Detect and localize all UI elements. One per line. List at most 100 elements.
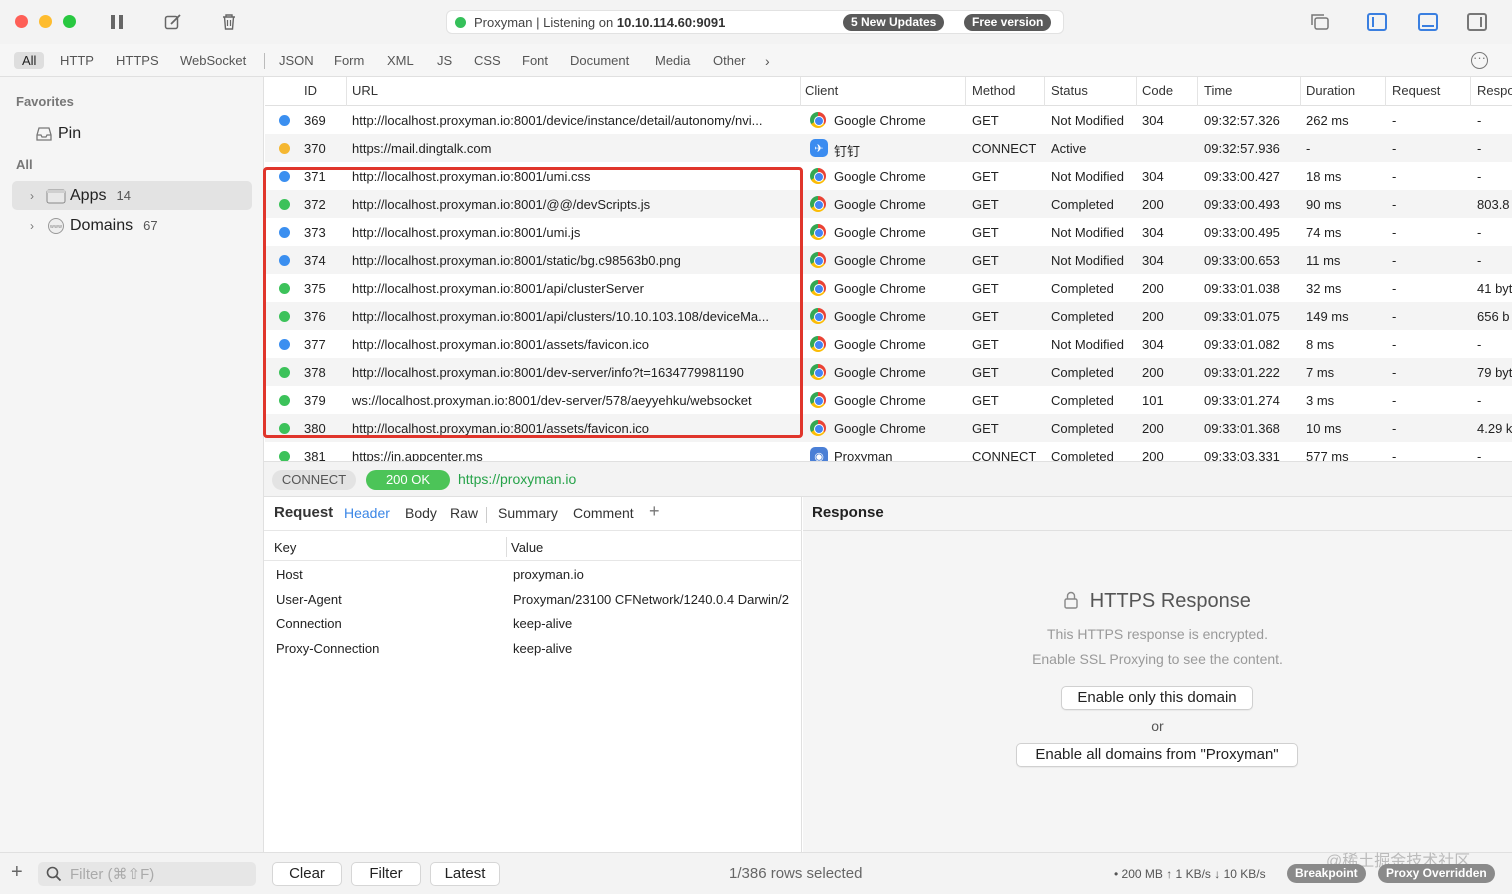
table-row[interactable]: 375 http://localhost.proxyman.io:8001/api… (265, 274, 1512, 302)
table-row[interactable]: 370 https://mail.dingtalk.com CONNECT Activ… (265, 134, 1512, 162)
enable-all-domains-button[interactable]: Enable all domains from "Proxyman" (1016, 743, 1298, 767)
flow-table: ID URL Client Method Status Code Time Du… (265, 77, 1512, 461)
latest-button[interactable]: Latest (430, 862, 500, 886)
tab-raw[interactable]: Raw (450, 505, 478, 521)
sidebar-item-domains[interactable]: › www Domains 67 (12, 211, 252, 240)
detail-url-link[interactable]: https://proxyman.io (458, 471, 576, 487)
status-dot (279, 143, 290, 154)
filter-tab-json[interactable]: JSON (279, 53, 314, 68)
proxy-overridden-badge[interactable]: Proxy Overridden (1378, 864, 1495, 883)
chrome-icon (810, 280, 826, 296)
header-value: proxyman.io (513, 567, 584, 582)
sidebar-item-apps[interactable]: › Apps 14 (12, 181, 252, 210)
table-row[interactable]: 379 ws://localhost.proxyman.io:8001/dev-s… (265, 386, 1512, 414)
filter-tab-http[interactable]: HTTP (60, 53, 94, 68)
status-bar: Proxyman | Listening on 10.10.114.60:909… (446, 10, 1064, 34)
cell-method: GET (972, 253, 999, 268)
chevron-right-icon[interactable]: › (765, 53, 770, 69)
pause-icon[interactable] (107, 12, 127, 32)
column-header-code[interactable]: Code (1142, 83, 1173, 101)
tab-header[interactable]: Header (344, 505, 390, 521)
toggle-sidebar-icon[interactable] (1367, 13, 1387, 31)
table-row[interactable]: 377 http://localhost.proxyman.io:8001/ass… (265, 330, 1512, 358)
filter-tab-https[interactable]: HTTPS (116, 53, 159, 68)
header-row[interactable]: Connection keep-alive (264, 612, 802, 636)
cell-url: http://localhost.proxyman.io:8001/umi.cs… (352, 169, 591, 184)
cell-url: http://localhost.proxyman.io:8001/assets… (352, 337, 649, 352)
toggle-bottom-panel-icon[interactable] (1418, 13, 1438, 31)
window-copy-icon[interactable] (1310, 12, 1330, 32)
clear-button[interactable]: Clear (272, 862, 342, 886)
chevron-right-icon[interactable]: › (24, 189, 40, 203)
tab-comment[interactable]: Comment (573, 505, 634, 521)
toggle-right-panel-icon[interactable] (1467, 13, 1487, 31)
chevron-right-icon[interactable]: › (24, 219, 40, 233)
filter-tab-document[interactable]: Document (570, 53, 629, 68)
column-header-response[interactable]: Respo (1477, 83, 1512, 101)
close-window-button[interactable] (15, 15, 28, 28)
cell-duration: 32 ms (1306, 281, 1342, 296)
cell-duration: 7 ms (1306, 365, 1335, 380)
cell-method: GET (972, 337, 999, 352)
table-row[interactable]: 376 http://localhost.proxyman.io:8001/api… (265, 302, 1512, 330)
filter-tab-css[interactable]: CSS (474, 53, 501, 68)
bottom-bar: + Filter (⌘⇧F) Clear Filter Latest 1/386… (0, 852, 1512, 894)
table-row[interactable]: 369 http://localhost.proxyman.io:8001/dev… (265, 106, 1512, 134)
column-divider (1385, 77, 1386, 106)
filter-tab-font[interactable]: Font (522, 53, 548, 68)
table-row[interactable]: 374 http://localhost.proxyman.io:8001/sta… (265, 246, 1512, 274)
filter-input[interactable]: Filter (⌘⇧F) (38, 862, 256, 886)
compose-icon[interactable] (163, 12, 183, 32)
filter-tab-other[interactable]: Other (713, 53, 746, 68)
trash-icon[interactable] (219, 12, 239, 32)
more-options-icon[interactable]: ··· (1471, 51, 1488, 69)
tab-summary[interactable]: Summary (498, 505, 558, 521)
version-badge[interactable]: Free version (964, 14, 1052, 31)
filter-tab-media[interactable]: Media (655, 53, 690, 68)
table-row[interactable]: 372 http://localhost.proxyman.io:8001/@@/… (265, 190, 1512, 218)
table-row[interactable]: 378 http://localhost.proxyman.io:8001/dev… (265, 358, 1512, 386)
cell-status: Completed (1051, 421, 1114, 436)
cell-method: GET (972, 113, 999, 128)
filter-tab-js[interactable]: JS (437, 53, 452, 68)
breakpoint-badge[interactable]: Breakpoint (1287, 864, 1366, 883)
add-icon[interactable]: + (11, 861, 23, 884)
cell-time: 09:33:00.427 (1204, 169, 1280, 184)
enable-domain-button[interactable]: Enable only this domain (1061, 686, 1253, 710)
updates-badge[interactable]: 5 New Updates (843, 14, 945, 31)
filter-tab-websocket[interactable]: WebSocket (180, 53, 246, 68)
table-row[interactable]: 380 http://localhost.proxyman.io:8001/ass… (265, 414, 1512, 442)
cell-code: 200 (1142, 197, 1164, 212)
column-header-method[interactable]: Method (972, 83, 1015, 101)
cell-id: 377 (304, 337, 326, 352)
sidebar-item-pin[interactable]: Pin (28, 119, 268, 148)
svg-text:www: www (50, 224, 62, 230)
cell-id: 370 (304, 141, 326, 156)
chrome-icon (810, 252, 826, 268)
filter-tab-form[interactable]: Form (334, 53, 364, 68)
column-header-id[interactable]: ID (304, 83, 317, 101)
status-dot (279, 311, 290, 322)
header-row[interactable]: Host proxyman.io (264, 563, 802, 587)
cell-code: 200 (1142, 421, 1164, 436)
cell-code: 200 (1142, 281, 1164, 296)
column-header-url[interactable]: URL (352, 83, 378, 101)
minimize-window-button[interactable] (39, 15, 52, 28)
header-value: keep-alive (513, 616, 573, 631)
filter-tab-all[interactable]: All (14, 52, 45, 69)
column-header-duration[interactable]: Duration (1306, 83, 1355, 101)
table-row[interactable]: 373 http://localhost.proxyman.io:8001/umi… (265, 218, 1512, 246)
table-row[interactable]: 371 http://localhost.proxyman.io:8001/umi… (265, 162, 1512, 190)
column-header-request[interactable]: Request (1392, 83, 1440, 101)
zoom-window-button[interactable] (63, 15, 76, 28)
header-row[interactable]: Proxy-Connection keep-alive (264, 637, 802, 661)
filter-tab-xml[interactable]: XML (387, 53, 414, 68)
header-row[interactable]: User-Agent Proxyman/23100 CFNetwork/1240.… (264, 588, 802, 612)
tab-body[interactable]: Body (405, 505, 437, 521)
add-tab-icon[interactable]: + (649, 501, 660, 522)
column-header-client[interactable]: Client (805, 83, 838, 101)
filter-button[interactable]: Filter (351, 862, 421, 886)
table-row[interactable]: 381 https://in.appcenter.ms CONNECT Complet… (265, 442, 1512, 461)
column-header-status[interactable]: Status (1051, 83, 1088, 101)
column-header-time[interactable]: Time (1204, 83, 1232, 101)
